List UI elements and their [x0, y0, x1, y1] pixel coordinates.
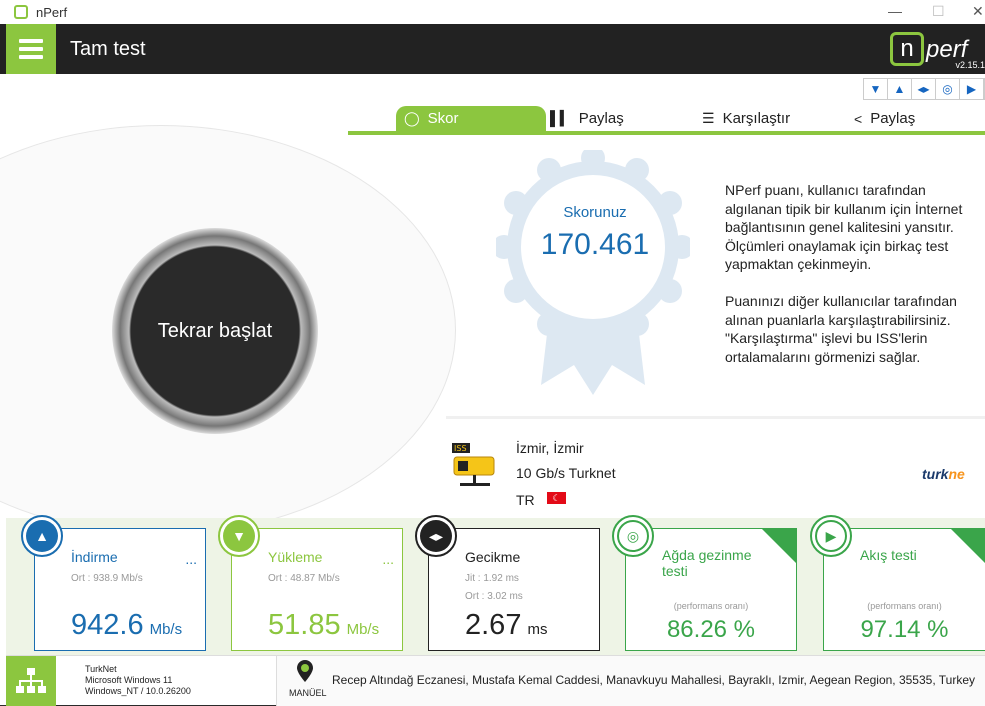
isp-city: İzmir, İzmir	[516, 440, 584, 456]
download-icon: ▲	[21, 515, 63, 557]
tab-bar: ◯ Skor ▌▍ Paylaş ☰ Karşılaştır < Paylaş	[348, 106, 985, 135]
jitter-value: Jit : 1.92 ms	[465, 573, 519, 584]
window-title: nPerf	[36, 4, 68, 20]
tab-share[interactable]: < Paylaş	[854, 106, 915, 131]
divider	[446, 416, 985, 419]
upload-average: Ort : 48.87 Mb/s	[268, 573, 340, 584]
footer-bar: TurkNet Microsoft Windows 11 Windows_NT …	[6, 655, 985, 706]
download-more-button[interactable]: ...	[185, 551, 197, 567]
score-value: 170.461	[540, 228, 650, 261]
nperf-logo: n perf v2.15.1	[890, 30, 985, 70]
svg-text:ISS: ISS	[454, 444, 467, 453]
upload-view-icon[interactable]: ▲	[888, 79, 912, 99]
streaming-value: 97.14 %	[860, 616, 949, 643]
maximize-button[interactable]: ☐	[932, 3, 945, 20]
upload-icon: ▼	[218, 515, 260, 557]
isp-plan: 10 Gb/s Turknet	[516, 465, 616, 481]
latency-icon: ◂▸	[415, 515, 457, 557]
film-icon: ▶	[810, 515, 852, 557]
close-button[interactable]: ✕	[972, 3, 984, 20]
tab-compare[interactable]: ☰ Karşılaştır	[702, 106, 790, 131]
bulb-icon: ◯	[404, 110, 420, 126]
upload-card[interactable]: ▼ Yükleme ... Ort : 48.87 Mb/s 51.85 Mb/s	[218, 515, 403, 651]
browsing-view-icon[interactable]: ◎	[936, 79, 960, 99]
isp-logo: turkne	[922, 466, 965, 482]
location-address: Recep Altındağ Eczanesi, Mustafa Kemal C…	[332, 673, 976, 687]
globe-icon: ◎	[612, 515, 654, 557]
download-value: 942.6	[71, 609, 144, 641]
tab-score[interactable]: ◯ Skor	[396, 106, 546, 131]
location-box[interactable]: MANÜEL Recep Altındağ Eczanesi, Mustafa …	[276, 656, 985, 706]
upload-more-button[interactable]: ...	[382, 551, 394, 567]
browsing-card[interactable]: ◎ Ağda gezinme testi (performans oranı) …	[612, 515, 797, 651]
page-title: Tam test	[70, 38, 146, 60]
streaming-view-icon[interactable]: ▶	[960, 79, 984, 99]
system-info: TurkNet Microsoft Windows 11 Windows_NT …	[85, 664, 191, 696]
bar-chart-icon: ▌▍	[550, 110, 571, 126]
app-icon	[14, 5, 28, 19]
location-mode-label: MANÜEL	[289, 688, 327, 698]
score-rosette-icon	[496, 150, 690, 395]
share-icon: <	[854, 110, 863, 127]
nperf-window: nPerf — ☐ ✕ Tam test n perf v2.15.1 ▼ ▲ …	[0, 0, 985, 706]
compare-icon: ☰	[702, 110, 715, 126]
network-icon[interactable]	[6, 656, 56, 706]
score-description: NPerf puanı, kullanıcı tarafından algıla…	[725, 182, 963, 365]
title-bar: nPerf — ☐ ✕	[0, 0, 985, 24]
download-card[interactable]: ▲ İndirme ... Ort : 938.9 Mb/s 942.6 Mb/s	[21, 515, 206, 651]
download-view-icon[interactable]: ▼	[864, 79, 888, 99]
location-pin-icon	[297, 660, 313, 682]
view-toolbar: ▼ ▲ ◂▸ ◎ ▶	[863, 78, 985, 100]
isp-server-icon: ISS	[452, 443, 495, 486]
latency-card[interactable]: ◂▸ Gecikme Jit : 1.92 ms Ort : 3.02 ms 2…	[415, 515, 600, 651]
isp-country: TR	[516, 492, 535, 508]
app-header: Tam test n perf v2.15.1	[0, 24, 985, 74]
upload-value: 51.85	[268, 609, 341, 641]
score-label: Skorunuz	[563, 204, 627, 221]
tab-share-stats[interactable]: ▌▍ Paylaş	[550, 106, 624, 131]
streaming-card[interactable]: ▶ Akış testi (performans oranı) 97.14 %	[810, 515, 985, 651]
turkey-flag-icon: ☾	[547, 492, 566, 504]
minimize-button[interactable]: —	[888, 3, 902, 19]
browsing-value: 86.26 %	[666, 616, 756, 643]
version-label: v2.15.1	[955, 60, 985, 70]
latency-average: Ort : 3.02 ms	[465, 591, 523, 602]
latency-value: 2.67	[465, 609, 522, 641]
restart-button[interactable]: Tekrar başlat	[112, 228, 318, 434]
latency-view-icon[interactable]: ◂▸	[912, 79, 936, 99]
hamburger-menu-button[interactable]	[6, 24, 56, 74]
download-average: Ort : 938.9 Mb/s	[71, 573, 143, 584]
